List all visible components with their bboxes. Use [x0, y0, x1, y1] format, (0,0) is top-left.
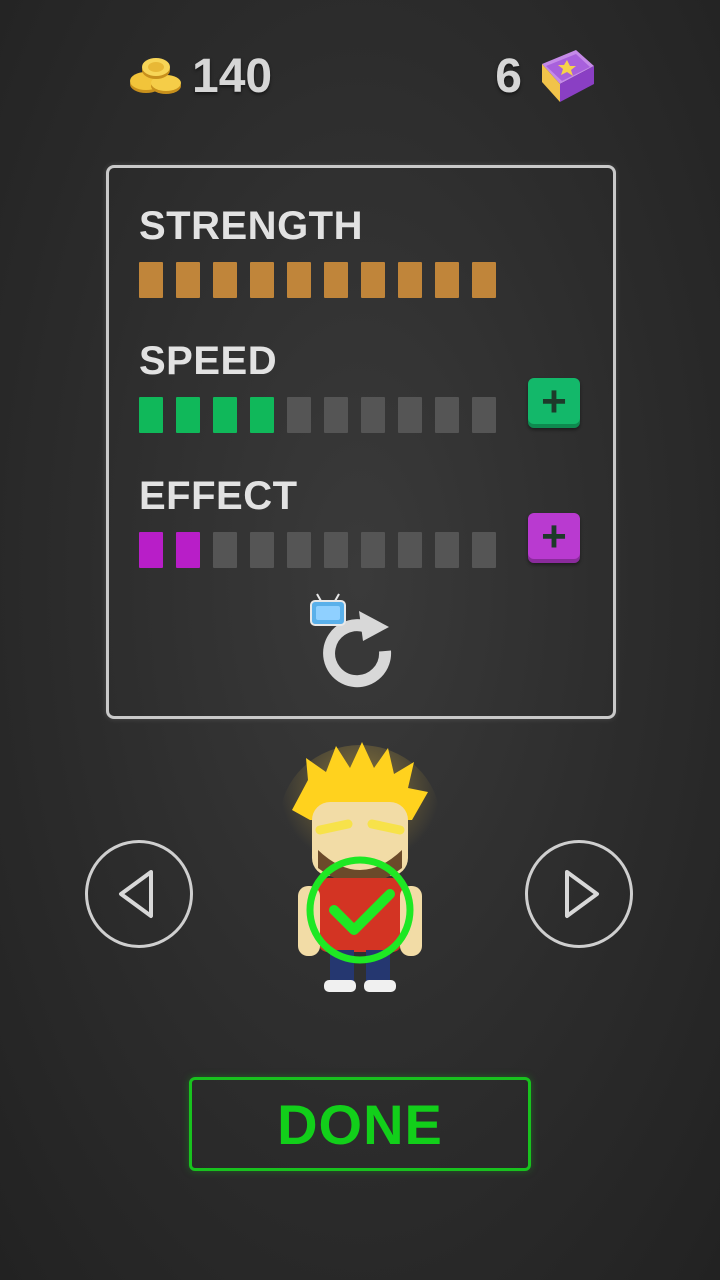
stat-label-speed: SPEED [139, 339, 278, 383]
done-label: DONE [277, 1092, 443, 1156]
bar-segment-empty [472, 532, 496, 568]
tv-ad-icon [310, 593, 346, 626]
bar-segment-empty [398, 397, 422, 433]
plus-icon: + [541, 512, 567, 561]
bar-segment-empty [287, 532, 311, 568]
bar-segment-filled [398, 262, 422, 298]
bar-segment-empty [398, 532, 422, 568]
bar-segment-filled [435, 262, 459, 298]
bar-segment-empty [324, 397, 348, 433]
previous-character-button[interactable] [85, 840, 193, 948]
next-character-button[interactable] [525, 840, 633, 948]
character-avatar[interactable] [270, 740, 450, 1000]
done-button[interactable]: DONE [189, 1077, 531, 1171]
stat-effect: EFFECT [139, 476, 509, 568]
bar-segment-filled [176, 262, 200, 298]
stat-strength: STRENGTH [139, 206, 509, 298]
gold-coins-icon [130, 58, 181, 94]
bar-segment-filled [361, 262, 385, 298]
bar-segment-filled [250, 397, 274, 433]
stat-label-effect: EFFECT [139, 474, 298, 518]
bar-segment-empty [472, 397, 496, 433]
bar-segment-empty [361, 532, 385, 568]
books-value: 6 [495, 49, 522, 103]
coins-counter: 140 [126, 40, 272, 112]
bar-segment-filled [176, 532, 200, 568]
strength-bar [139, 262, 509, 298]
stats-panel: STRENGTH SPEED + EFFECT + [106, 165, 616, 719]
speed-bar [139, 397, 509, 433]
bar-segment-filled [213, 262, 237, 298]
bar-segment-empty [250, 532, 274, 568]
bar-segment-empty [435, 397, 459, 433]
bar-segment-empty [435, 532, 459, 568]
upgrade-effect-button[interactable]: + [528, 513, 580, 563]
bar-segment-empty [213, 532, 237, 568]
purple-book-icon [542, 50, 594, 102]
reroll-ad-icon[interactable] [307, 593, 407, 693]
plus-icon: + [541, 377, 567, 426]
effect-bar [139, 532, 509, 568]
bar-segment-filled [213, 397, 237, 433]
bar-segment-filled [176, 397, 200, 433]
bar-segment-empty [287, 397, 311, 433]
bar-segment-filled [250, 262, 274, 298]
books-counter: 6 [495, 40, 600, 112]
stat-label-strength: STRENGTH [139, 204, 363, 248]
bar-segment-empty [361, 397, 385, 433]
bar-segment-filled [324, 262, 348, 298]
stat-speed: SPEED [139, 341, 509, 433]
bar-segment-empty [324, 532, 348, 568]
coins-value: 140 [192, 49, 273, 103]
upgrade-speed-button[interactable]: + [528, 378, 580, 428]
triangle-left-icon [119, 870, 153, 918]
triangle-right-icon [565, 870, 599, 918]
bar-segment-filled [139, 397, 163, 433]
bar-segment-filled [472, 262, 496, 298]
bar-segment-filled [139, 262, 163, 298]
bar-segment-filled [287, 262, 311, 298]
bar-segment-filled [139, 532, 163, 568]
